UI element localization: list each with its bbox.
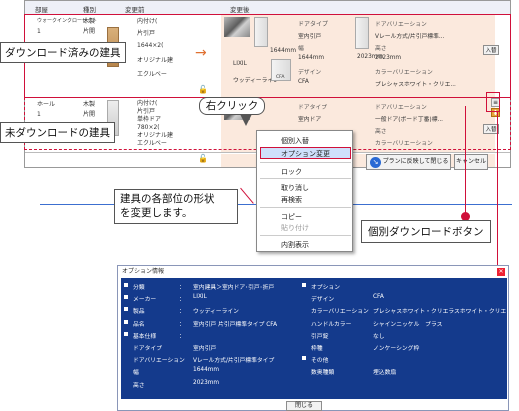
callout-change-shape-line2: を変更します。 (120, 206, 193, 219)
option-value: 2023mm (193, 379, 220, 386)
option-key: 引戸錠 (311, 333, 329, 340)
option-colon: ： (179, 309, 185, 316)
dialog-title: オプション情報 (118, 266, 508, 277)
option-info-dialog: オプション情報 ✕ 分類 ： 室内建具＞室内ドア･引戸･折戸メーカー ： LIXIL 製品… (117, 265, 509, 411)
option-key: カラーバリエーション (311, 309, 369, 316)
bullet-icon (124, 319, 128, 324)
menu-item-lock[interactable]: ロック (281, 167, 302, 177)
option-value: ウッディーライン (193, 309, 239, 316)
right-click-pointer (240, 114, 252, 126)
shape-callout-line (240, 187, 255, 204)
option-value: なし (373, 333, 385, 340)
option-key: ドアタイプ (133, 346, 162, 352)
option-colon: ： (179, 321, 185, 328)
row3-lock-icon[interactable]: 🔓 (198, 154, 208, 163)
header-kind: 種別 (83, 6, 96, 14)
option-value: LIXIL (193, 294, 207, 301)
option-colon: ： (179, 297, 185, 304)
reflect-button-label: プランに反映して閉じる (382, 158, 449, 165)
menu-separator (260, 235, 351, 236)
download-button-highlight (486, 92, 500, 112)
option-value: 室内引戸 片引戸標準タイプ CFA (193, 321, 278, 328)
option-key: 枠種 (311, 346, 323, 352)
option-value: 室内引戸 (193, 346, 217, 352)
table-header: 部屋 種別 変更前 変更後 (25, 1, 510, 15)
option-value: Vレール方式/片引戸標準タイプ (193, 358, 275, 365)
option-value: 1644mm (193, 367, 220, 374)
option-colon: ： (179, 285, 185, 291)
option-value: シャインニッケル プラス (373, 321, 443, 328)
option-key: メーカー (133, 297, 157, 304)
menu-item-option-change[interactable]: オプション変更 (281, 149, 330, 159)
option-value: プレシャスホワイト・クリエラスホワイト・クリエ (373, 309, 507, 316)
callout-change-shape: 建具の各部位の形状 を変更します。 (114, 189, 238, 225)
callout-right-click: 右クリック (199, 97, 265, 115)
header-room: 部屋 (35, 6, 48, 14)
dialog-body: 分類 ： 室内建具＞室内ドア･引戸･折戸メーカー ： LIXIL 製品 ： ウッディーライン品… (121, 278, 507, 399)
menu-item-replace[interactable]: 個別入替 (281, 136, 309, 146)
menu-item-inner-split[interactable]: 内割表示 (281, 240, 309, 250)
header-before: 変更前 (125, 6, 145, 14)
option-key: 数奥種類 (311, 370, 335, 377)
option-key: 分類 (133, 285, 145, 291)
context-menu: 個別入替 オプション変更 ロック 取り消し 再検索 コピー 貼り付け 内割表示 (256, 130, 353, 252)
option-key: オプション (311, 285, 340, 291)
option-value: ノンケーシング枠 (373, 346, 420, 352)
dialog-close-button[interactable]: 閉じる (286, 401, 322, 411)
option-value: 室内建具＞室内ドア･引戸･折戸 (193, 285, 275, 291)
option-value: 埋込数扇 (373, 370, 397, 377)
option-key: ドアバリエーション (133, 358, 185, 365)
bullet-icon (302, 356, 306, 361)
menu-item-copy[interactable]: コピー (281, 212, 302, 222)
option-key: デザイン (311, 297, 335, 304)
reflect-and-close-button[interactable]: ↘ プランに反映して閉じる (366, 154, 451, 170)
close-icon[interactable]: ✕ (497, 268, 505, 276)
callout-not-downloaded: 未ダウンロードの建具 (0, 122, 115, 143)
cancel-button[interactable]: キャンセル (454, 154, 488, 170)
option-colon: ： (179, 333, 185, 340)
option-key: 基本仕様 (133, 333, 157, 340)
menu-item-undo[interactable]: 取り消し (281, 183, 309, 193)
menu-item-paste: 貼り付け (281, 224, 309, 232)
option-key: 幅 (133, 370, 139, 377)
menu-separator (260, 178, 351, 179)
menu-item-research[interactable]: 再検索 (281, 195, 302, 205)
option-key: 高さ (133, 382, 145, 389)
menu-separator (260, 207, 351, 208)
header-after: 変更後 (230, 6, 250, 14)
option-key: 製品 (133, 309, 145, 316)
bullet-icon (124, 295, 128, 300)
option-key: 品名 (133, 321, 145, 328)
callout-change-shape-line1: 建具の各部位の形状 (120, 193, 215, 205)
option-value: CFA (373, 294, 384, 301)
menu-separator (260, 162, 351, 163)
bullet-icon (124, 331, 128, 336)
option-key: その他 (311, 358, 329, 365)
bullet-icon (124, 283, 128, 287)
callout-download-button: 個別ダウンロードボタン (361, 220, 491, 243)
reflect-icon: ↘ (370, 157, 381, 168)
option-key: ハンドルカラー (311, 321, 352, 328)
bullet-icon (124, 307, 128, 312)
download-callout-line (465, 106, 467, 216)
bullet-icon (302, 283, 306, 287)
callout-downloaded: ダウンロード済みの建具 (0, 42, 126, 63)
